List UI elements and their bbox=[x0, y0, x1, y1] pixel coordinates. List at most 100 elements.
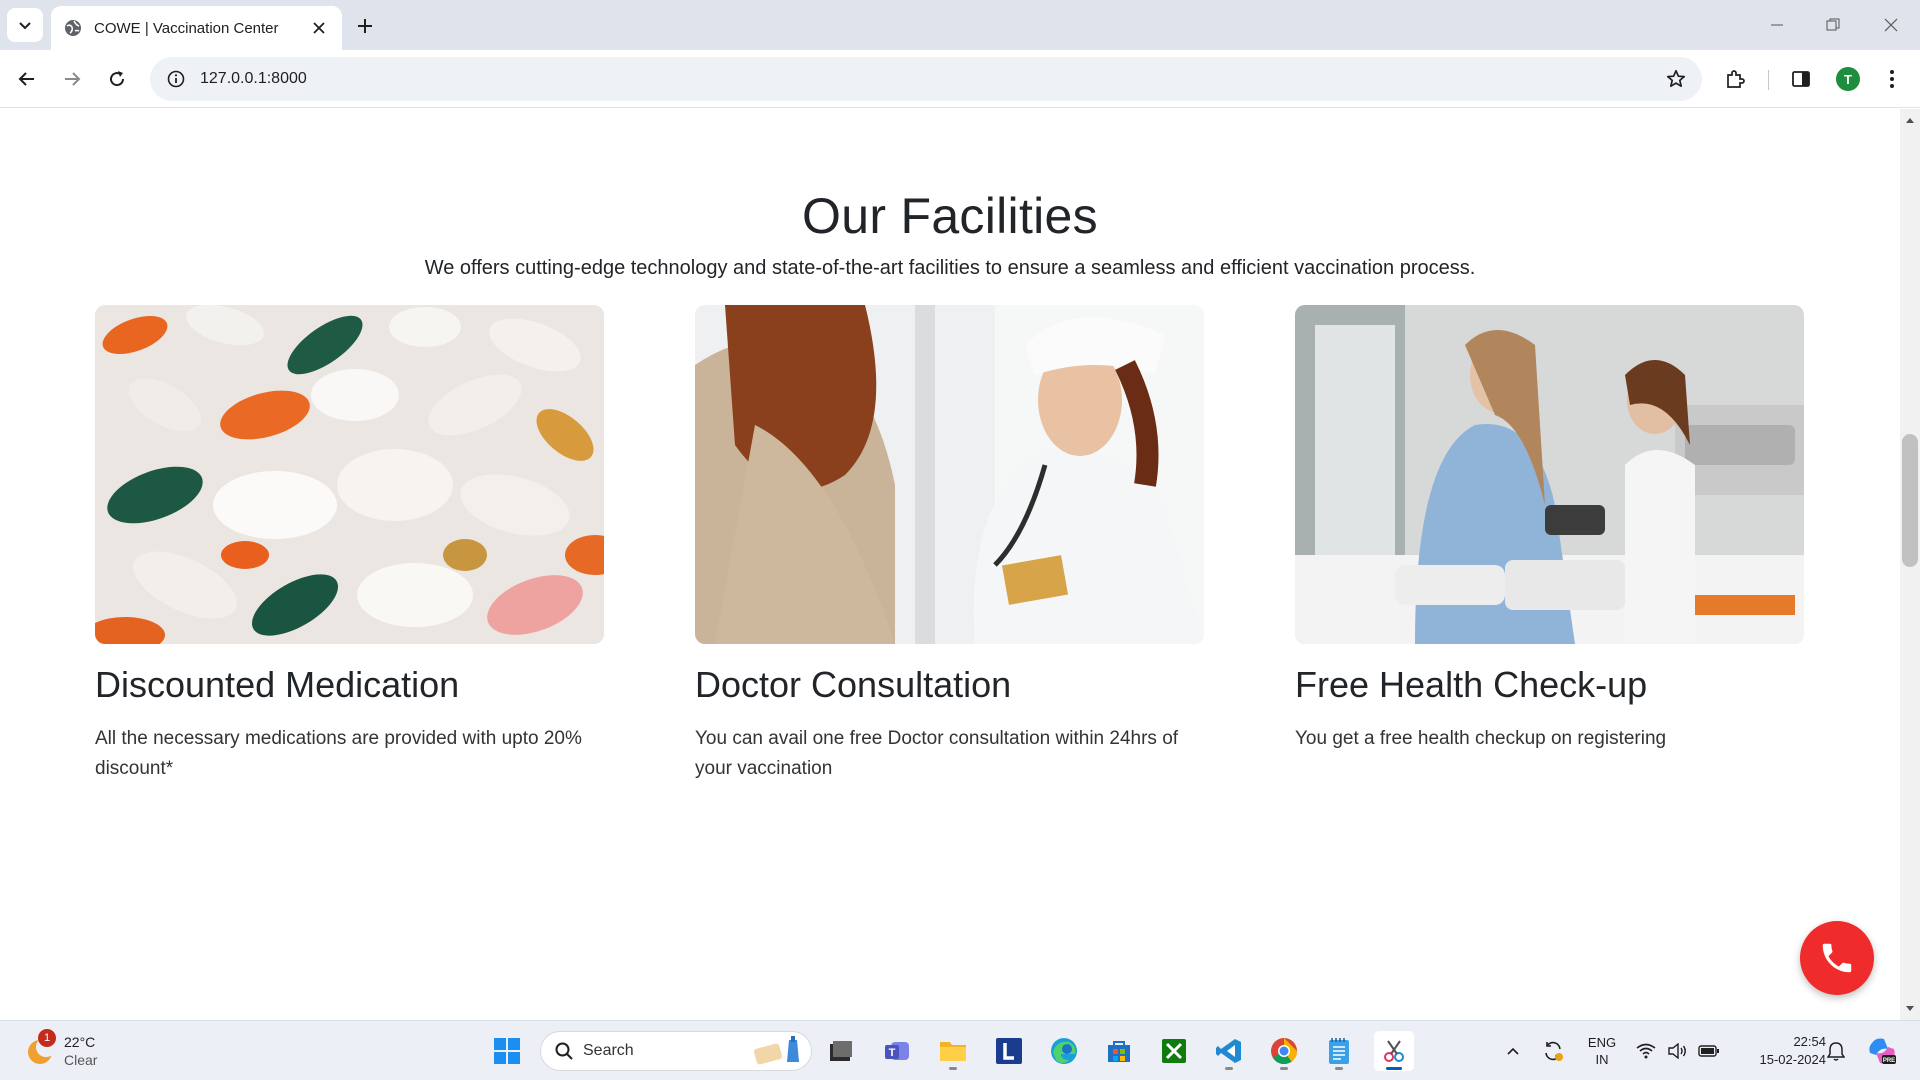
edge-icon bbox=[1051, 1038, 1077, 1064]
sync-tray-button[interactable] bbox=[1538, 1031, 1568, 1071]
reload-button[interactable] bbox=[100, 62, 134, 96]
address-bar[interactable]: 127.0.0.1:8000 bbox=[150, 57, 1702, 101]
svg-text:PRE: PRE bbox=[1883, 1058, 1895, 1064]
taskbar-app-teams[interactable]: T bbox=[877, 1031, 917, 1071]
globe-icon bbox=[64, 19, 82, 37]
show-hidden-icons-button[interactable] bbox=[1500, 1031, 1526, 1071]
scroll-up-arrow-icon[interactable] bbox=[1903, 113, 1917, 127]
active-tab[interactable]: COWE | Vaccination Center bbox=[51, 6, 342, 50]
bookmark-star-icon[interactable] bbox=[1656, 59, 1696, 99]
taskbar-app-l[interactable] bbox=[989, 1031, 1029, 1071]
taskbar-app-file-explorer[interactable] bbox=[933, 1031, 973, 1071]
tab-search-button[interactable] bbox=[7, 8, 43, 42]
taskbar-app-edge[interactable] bbox=[1044, 1031, 1084, 1071]
taskbar-app-vscode[interactable] bbox=[1209, 1031, 1249, 1071]
weather-widget[interactable]: 1 22°C Clear bbox=[24, 1029, 134, 1073]
toolbar-divider bbox=[1768, 70, 1769, 90]
card-text: You get a free health checkup on registe… bbox=[1295, 728, 1667, 749]
clock-date: 15-02-2024 bbox=[1759, 1052, 1827, 1067]
svg-text:T: T bbox=[889, 1047, 896, 1059]
card-title: Free Health Check-up bbox=[1295, 664, 1648, 705]
language-indicator[interactable]: ENG IN bbox=[1582, 1031, 1622, 1071]
chevron-down-icon bbox=[19, 22, 31, 30]
section-subtitle: We offers cutting-edge technology and st… bbox=[424, 257, 1476, 279]
task-view-icon bbox=[830, 1041, 852, 1061]
copilot-icon: PRE bbox=[1869, 1038, 1896, 1064]
back-button[interactable] bbox=[10, 62, 44, 96]
taskbar-search[interactable]: Search bbox=[540, 1031, 812, 1071]
l-app-icon bbox=[996, 1038, 1022, 1064]
puzzle-icon bbox=[1727, 70, 1745, 88]
task-view-button[interactable] bbox=[821, 1031, 861, 1071]
search-icon bbox=[555, 1042, 573, 1060]
child-checkup-photo bbox=[1295, 305, 1804, 644]
url-text[interactable]: 127.0.0.1:8000 bbox=[200, 70, 1656, 88]
weather-temperature: 22°C bbox=[64, 1034, 96, 1050]
tab-title: COWE | Vaccination Center bbox=[94, 19, 279, 37]
chevron-up-icon bbox=[1507, 1047, 1519, 1055]
copilot-button[interactable]: PRE bbox=[1864, 1031, 1900, 1071]
windows-logo-icon bbox=[494, 1038, 520, 1064]
card-title: Doctor Consultation bbox=[695, 664, 1012, 705]
doctor-stethoscope-photo bbox=[695, 305, 1204, 644]
chrome-icon bbox=[1271, 1038, 1297, 1065]
pills-photo bbox=[95, 305, 604, 644]
forward-button[interactable] bbox=[55, 62, 89, 96]
card-text: You can avail one free Doctor consultati… bbox=[695, 728, 1179, 779]
clock-time: 22:54 bbox=[1793, 1034, 1826, 1049]
profile-avatar[interactable]: T bbox=[1836, 67, 1860, 91]
minimize-button[interactable] bbox=[1762, 12, 1792, 38]
taskbar-app-store[interactable] bbox=[1099, 1031, 1139, 1071]
restore-button[interactable] bbox=[1818, 12, 1848, 38]
section-title: Our Facilities bbox=[802, 188, 1098, 244]
close-window-button[interactable] bbox=[1876, 12, 1906, 38]
page-viewport: Our Facilities We offers cutting-edge te… bbox=[0, 109, 1900, 1020]
side-panel-button[interactable] bbox=[1784, 62, 1818, 96]
xbox-icon bbox=[1162, 1039, 1186, 1063]
card-text: All the necessary medications are provid… bbox=[95, 728, 582, 779]
new-tab-button[interactable] bbox=[352, 13, 378, 39]
close-icon bbox=[1884, 18, 1898, 32]
notifications-button[interactable] bbox=[1824, 1031, 1848, 1071]
taskbar-app-xbox[interactable] bbox=[1154, 1031, 1194, 1071]
arrow-left-icon bbox=[18, 72, 34, 86]
scrollbar-thumb[interactable] bbox=[1902, 434, 1918, 567]
side-panel-icon bbox=[1792, 71, 1810, 87]
windows-taskbar: 1 22°C Clear Search T ENG IN 22:54 15-02… bbox=[0, 1020, 1920, 1080]
taskbar-app-chrome[interactable] bbox=[1264, 1031, 1304, 1071]
facility-card-medication: Discounted Medication All the necessary … bbox=[95, 305, 604, 784]
store-icon bbox=[1108, 1041, 1130, 1062]
battery-icon bbox=[1698, 1045, 1719, 1057]
weather-badge: 1 bbox=[38, 1029, 56, 1047]
facility-card-consultation: Doctor Consultation You can avail one fr… bbox=[695, 305, 1204, 784]
folder-icon bbox=[940, 1042, 966, 1061]
weather-condition: Clear bbox=[64, 1052, 98, 1068]
browser-menu-button[interactable] bbox=[1875, 62, 1909, 96]
site-info-icon[interactable] bbox=[154, 57, 198, 101]
extensions-button[interactable] bbox=[1718, 62, 1752, 96]
snipping-tool-icon bbox=[1384, 1040, 1404, 1062]
search-placeholder: Search bbox=[583, 1042, 634, 1059]
minimize-icon bbox=[1771, 24, 1783, 26]
volume-icon bbox=[1668, 1043, 1686, 1059]
reload-icon bbox=[110, 71, 125, 87]
more-vertical-icon bbox=[1890, 70, 1894, 88]
scroll-down-arrow-icon[interactable] bbox=[1903, 1002, 1917, 1016]
sync-icon bbox=[1545, 1041, 1563, 1061]
call-button[interactable] bbox=[1800, 921, 1874, 995]
plus-icon bbox=[358, 19, 372, 33]
notepad-icon bbox=[1329, 1038, 1349, 1064]
wifi-icon bbox=[1636, 1043, 1656, 1059]
start-button[interactable] bbox=[487, 1031, 527, 1071]
taskbar-app-snipping-tool[interactable] bbox=[1374, 1031, 1414, 1071]
card-title: Discounted Medication bbox=[95, 664, 460, 705]
browser-toolbar: 127.0.0.1:8000 bbox=[0, 50, 1920, 108]
browser-tabstrip: COWE | Vaccination Center bbox=[0, 0, 1920, 50]
facility-card-checkup: Free Health Check-up You get a free heal… bbox=[1295, 305, 1804, 754]
language-region: IN bbox=[1595, 1052, 1609, 1067]
quick-settings-button[interactable] bbox=[1636, 1031, 1720, 1071]
close-tab-icon[interactable] bbox=[308, 17, 330, 39]
phone-icon bbox=[1822, 943, 1852, 973]
taskbar-app-notepad[interactable] bbox=[1319, 1031, 1359, 1071]
system-clock[interactable]: 22:54 15-02-2024 bbox=[1756, 1031, 1827, 1071]
